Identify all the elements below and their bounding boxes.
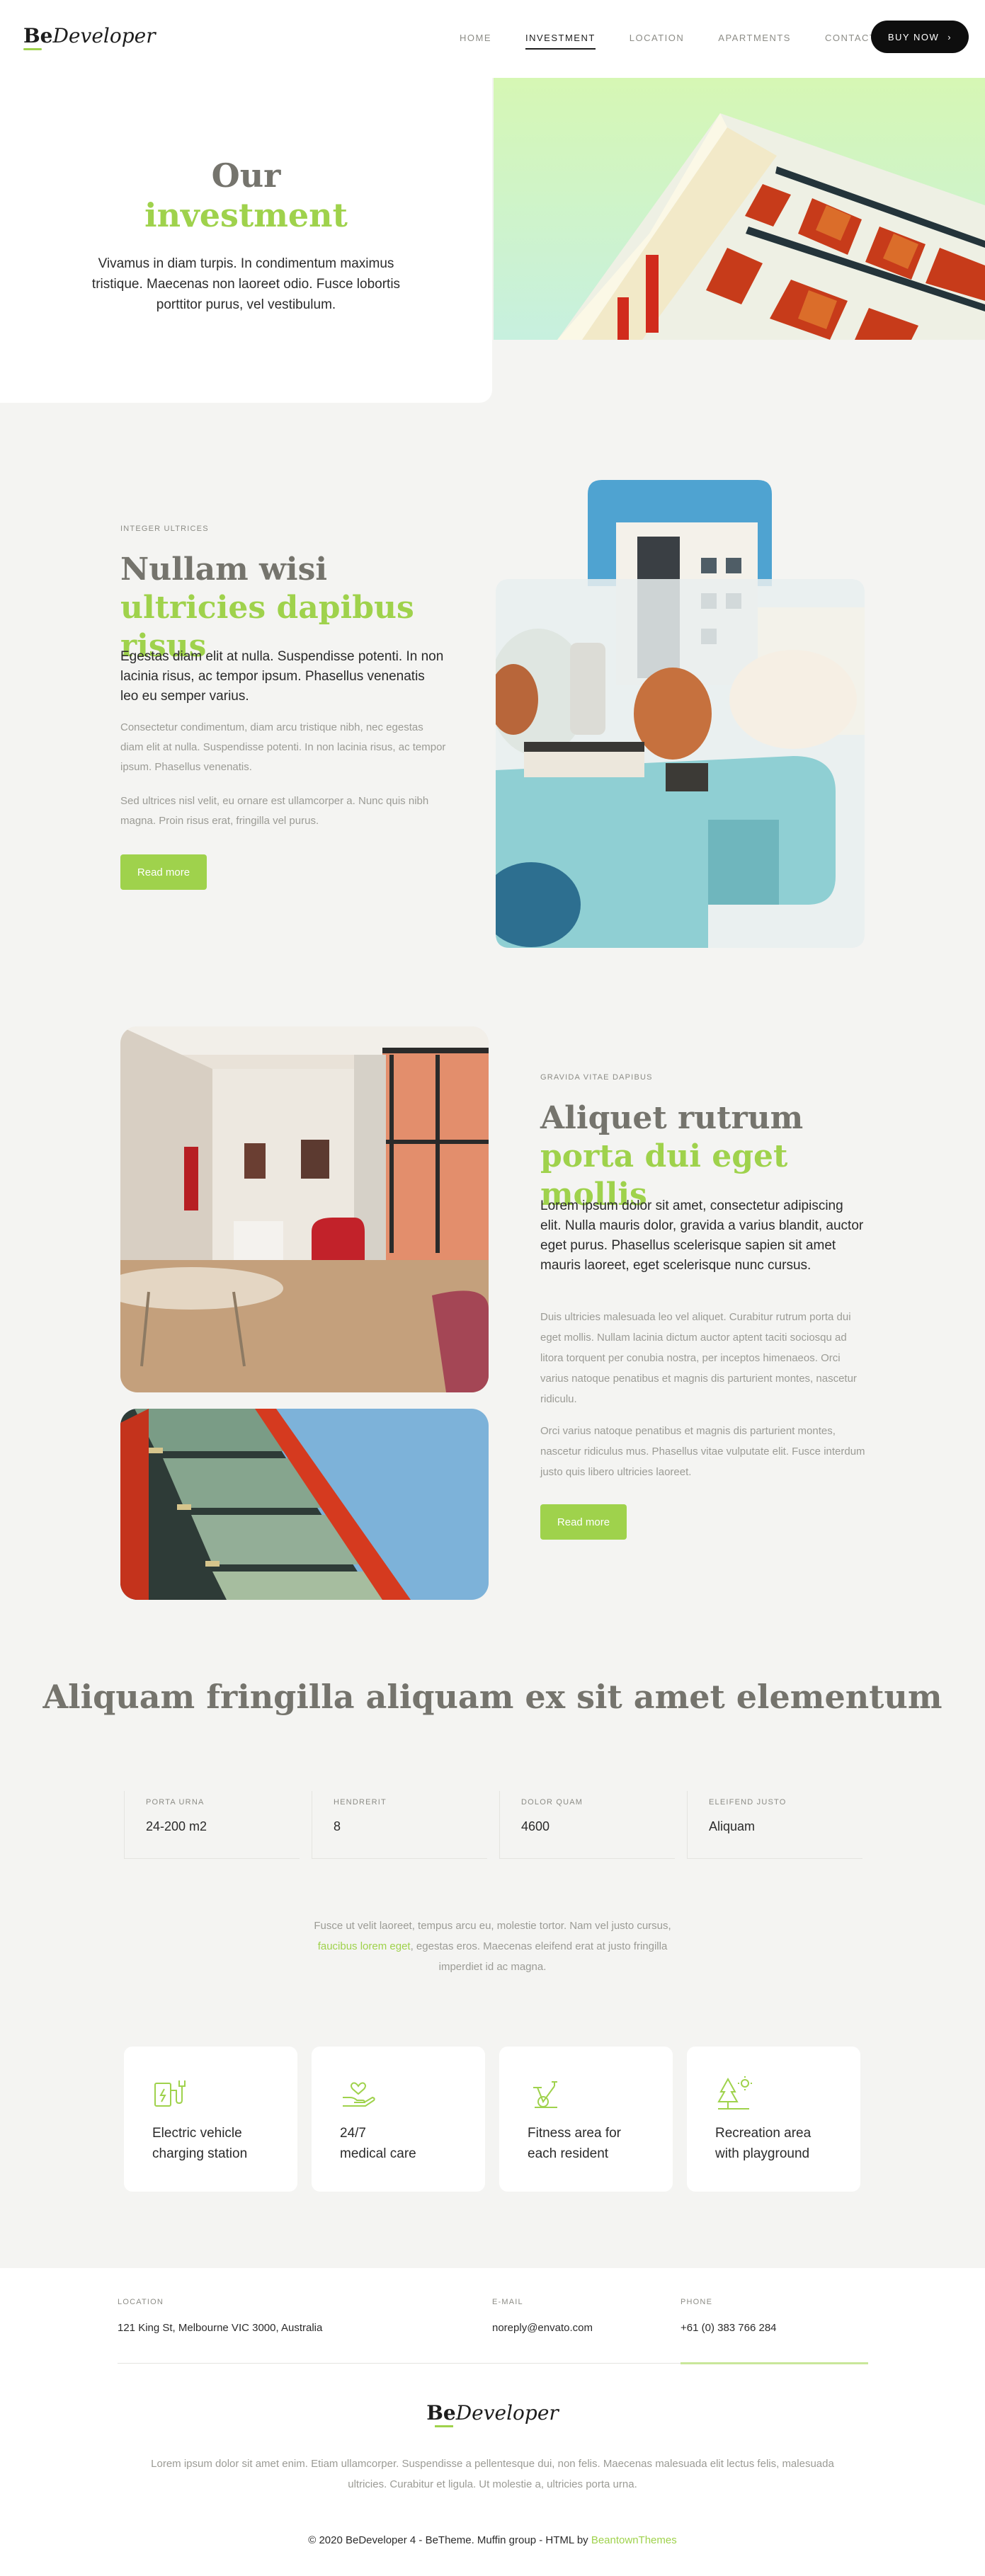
section2-label: GRAVIDA VITAE DAPIBUS — [540, 1073, 653, 1082]
site-footer: LOCATION 121 King St, Melbourne VIC 3000… — [0, 2268, 985, 2576]
stats-description: Fusce ut velit laoreet, tempus arcu eu, … — [312, 1916, 673, 1977]
feature-line2: charging station — [152, 2146, 248, 2161]
buy-now-button[interactable]: BUY NOW › — [871, 21, 969, 53]
logo[interactable]: BeDeveloper — [23, 24, 156, 47]
section1-label: INTEGER ULTRICES — [120, 525, 209, 533]
hero-panel: Our investment Vivamus in diam turpis. I… — [0, 78, 492, 403]
hero-title-line1: Our — [211, 156, 281, 195]
hero-text: Vivamus in diam turpis. In condimentum m… — [91, 256, 401, 312]
section2-title-grey: Aliquet rutrum — [540, 1100, 804, 1136]
nav-location[interactable]: LOCATION — [613, 31, 702, 54]
footer-location-value: 121 King St, Melbourne VIC 3000, Austral… — [118, 2322, 323, 2334]
feature-line1: Electric vehicle — [152, 2126, 242, 2141]
feature-card: Recreation area with playground — [687, 2047, 860, 2192]
feature-line1: Fitness area for — [528, 2126, 621, 2141]
feature-line1: 24/7 — [340, 2126, 366, 2141]
feature-card: Electric vehicle charging station — [124, 2047, 297, 2192]
section1-title-grey: Nullam wisi — [120, 551, 328, 588]
copyright-text: © 2020 BeDeveloper 4 - BeTheme. Muffin g… — [308, 2534, 588, 2546]
site-header: BeDeveloper HOME INVESTMENT LOCATION APA… — [0, 0, 985, 78]
stat-value: 4600 — [521, 1819, 550, 1833]
feature-line2: medical care — [340, 2146, 416, 2161]
feature-text: 24/7 medical care — [340, 2123, 474, 2164]
balcony-facade-image — [120, 1409, 489, 1600]
footer-logo[interactable]: BeDeveloper — [0, 2401, 985, 2425]
nav-home[interactable]: HOME — [443, 31, 508, 54]
footer-phone-value[interactable]: +61 (0) 383 766 284 — [681, 2322, 777, 2334]
feature-card: 24/7 medical care — [312, 2047, 485, 2192]
hero-title: Our investment — [0, 156, 492, 235]
copyright-link[interactable]: BeantownThemes — [591, 2534, 677, 2546]
living-room-collage-image — [496, 480, 865, 948]
footer-description: Lorem ipsum dolor sit amet enim. Etiam u… — [151, 2458, 834, 2490]
section1-paragraph-1: Consectetur condimentum, diam arcu trist… — [120, 721, 446, 773]
footer-phone-label: PHONE — [681, 2298, 713, 2306]
fitness-bike-icon — [533, 2081, 557, 2108]
stats-text-before: Fusce ut velit laoreet, tempus arcu eu, … — [314, 1920, 671, 1932]
feature-text: Fitness area for each resident — [528, 2123, 662, 2164]
medical-care-icon — [343, 2082, 375, 2107]
section2-paragraph-1: Duis ultricies malesuada leo vel aliquet… — [540, 1311, 857, 1405]
footer-logo-underline — [435, 2425, 453, 2427]
section1-lead: Egestas diam elit at nulla. Suspendisse … — [120, 649, 444, 704]
stats-title: Aliquam fringilla aliquam ex sit amet el… — [42, 1678, 943, 1716]
stat-item: DOLOR QUAM 4600 — [499, 1791, 675, 1859]
feature-text: Recreation area with playground — [715, 2123, 850, 2164]
footer-location-label: LOCATION — [118, 2298, 164, 2306]
stat-value: 24-200 m2 — [146, 1819, 207, 1833]
buy-now-label: BUY NOW — [887, 31, 940, 42]
section1-paragraph-2: Sed ultrices nisl velit, eu ornare est u… — [120, 795, 429, 827]
stat-value: 8 — [334, 1819, 341, 1833]
stats-text-after: , egestas eros. Maecenas eleifend erat a… — [410, 1940, 668, 1973]
hero-title-line2: investment — [144, 196, 348, 234]
section2-lead: Lorem ipsum dolor sit amet, consectetur … — [540, 1198, 864, 1273]
stats-text-link[interactable]: faucibus lorem eget — [318, 1940, 411, 1952]
stat-label: DOLOR QUAM — [521, 1798, 583, 1807]
stat-label: HENDRERIT — [334, 1798, 387, 1807]
footer-email-link[interactable]: noreply@envato.com — [492, 2322, 593, 2334]
nav-investment[interactable]: INVESTMENT — [508, 31, 613, 54]
stat-item: ELEIFEND JUSTO Aliquam — [687, 1791, 862, 1859]
footer-email-label: E-MAIL — [492, 2298, 523, 2306]
ev-charging-icon — [154, 2080, 186, 2107]
feature-line2: with playground — [715, 2146, 810, 2161]
apartment-interior-image — [120, 1026, 489, 1392]
feature-line1: Recreation area — [715, 2126, 812, 2141]
main-nav: HOME INVESTMENT LOCATION APARTMENTS CONT… — [443, 31, 893, 54]
section2-paragraph-2: Orci varius natoque penatibus et magnis … — [540, 1425, 865, 1478]
footer-divider-accent — [681, 2362, 868, 2364]
logo-underline — [23, 48, 42, 50]
section2-read-more-button[interactable]: Read more — [540, 1504, 627, 1540]
footer-copyright: © 2020 BeDeveloper 4 - BeTheme. Muffin g… — [0, 2534, 985, 2546]
stat-item: HENDRERIT 8 — [312, 1791, 487, 1859]
nav-apartments[interactable]: APARTMENTS — [701, 31, 808, 54]
stat-label: PORTA URNA — [146, 1798, 205, 1807]
stat-item: PORTA URNA 24-200 m2 — [124, 1791, 300, 1859]
stat-value: Aliquam — [709, 1819, 756, 1833]
section1-read-more-button[interactable]: Read more — [120, 854, 207, 890]
playground-tree-icon — [717, 2076, 752, 2110]
chevron-right-icon: › — [947, 31, 952, 42]
feature-text: Electric vehicle charging station — [152, 2123, 287, 2164]
feature-line2: each resident — [528, 2146, 609, 2161]
feature-card: Fitness area for each resident — [499, 2047, 673, 2192]
stat-label: ELEIFEND JUSTO — [709, 1798, 787, 1807]
hero-building-image — [494, 78, 985, 340]
